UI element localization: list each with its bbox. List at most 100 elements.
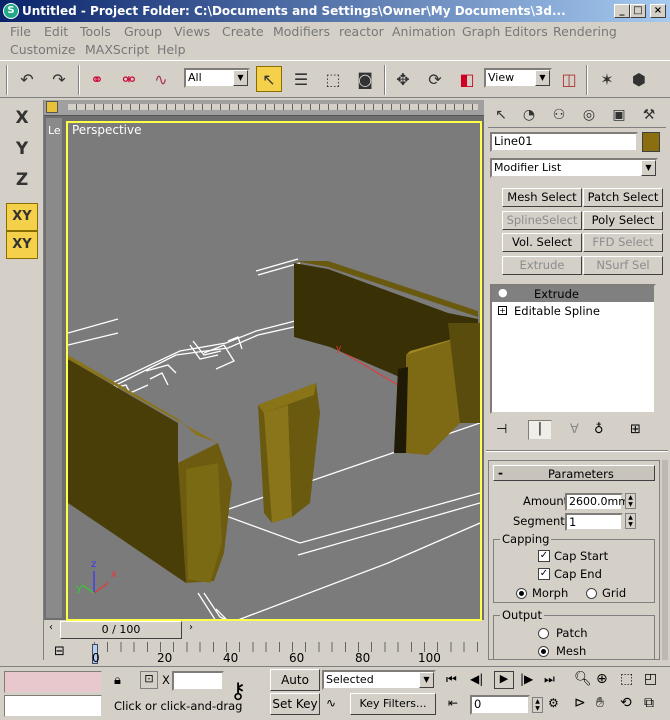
selection-filter-dropdown[interactable]: All ▼ — [184, 68, 250, 88]
amount-input[interactable]: 2600.0mm — [565, 493, 629, 511]
motion-tab-icon[interactable]: ◎ — [576, 102, 602, 128]
command-panel-scrollbar[interactable] — [662, 460, 668, 660]
menu-tools[interactable]: Tools — [80, 24, 111, 39]
cap-end-checkbox[interactable]: ✓ — [538, 568, 550, 580]
x-coord-input[interactable] — [172, 671, 224, 691]
zoom-icon[interactable]: 🔍︎ — [574, 671, 592, 687]
utilities-tab-icon[interactable]: ⚒ — [636, 102, 662, 128]
extrude-button[interactable]: Extrude — [502, 256, 582, 275]
current-frame-input[interactable]: 0 — [470, 695, 530, 715]
default-in-out-tangents-icon[interactable]: ∿ — [326, 696, 336, 710]
scale-icon[interactable]: ◧ — [454, 67, 480, 93]
constrain-z-button[interactable]: Z — [6, 170, 38, 198]
move-icon[interactable]: ✥ — [390, 67, 416, 93]
maxscript-listener-white[interactable] — [4, 695, 102, 717]
create-tab-icon[interactable]: ↖ — [488, 102, 514, 128]
reference-coordinate-dropdown[interactable]: View ▼ — [484, 68, 552, 88]
plus-expand-icon[interactable]: + — [498, 306, 507, 315]
patch-radio[interactable] — [538, 628, 549, 639]
menu-rendering[interactable]: Rendering — [553, 24, 617, 39]
key-icon[interactable]: ⚷ — [230, 679, 246, 704]
minimize-button[interactable]: _ — [614, 4, 630, 18]
chevron-left-icon[interactable]: ‹ — [44, 622, 58, 638]
time-slider-thumb[interactable]: 0 / 100 — [60, 621, 182, 639]
maxscript-listener-pink[interactable] — [4, 671, 102, 693]
key-mode-dropdown[interactable]: Selected ▼ — [322, 670, 436, 690]
stack-item-editable-spline[interactable]: + Editable Spline — [492, 303, 654, 319]
menu-create[interactable]: Create — [222, 24, 264, 39]
make-unique-icon[interactable]: ∀ — [570, 422, 579, 437]
hierarchy-tab-icon[interactable]: ⚇ — [546, 102, 572, 128]
chevron-right-icon[interactable]: › — [184, 622, 198, 638]
time-configuration-icon[interactable]: ⚙ — [548, 696, 559, 710]
lock-selection-icon[interactable]: 🔒︎ — [114, 673, 121, 688]
stack-item-extrude[interactable]: ● Extrude — [492, 286, 654, 302]
pin-stack-icon[interactable]: ⊣ — [496, 422, 507, 437]
select-and-manipulate-icon[interactable]: ✶ — [594, 67, 620, 93]
menu-help[interactable]: Help — [157, 42, 186, 57]
pan-icon[interactable]: ✋︎ — [596, 695, 604, 711]
mesh-radio[interactable] — [538, 646, 549, 657]
set-key-button[interactable]: Set Key — [270, 693, 320, 715]
zoom-extents-icon[interactable]: ⬚ — [620, 671, 633, 687]
grid-radio[interactable] — [586, 588, 597, 599]
menu-views[interactable]: Views — [174, 24, 210, 39]
remove-modifier-icon[interactable]: ♁ — [594, 422, 604, 437]
menu-animation[interactable]: Animation — [392, 24, 456, 39]
show-end-result-icon[interactable]: | — [528, 420, 552, 440]
next-frame-icon[interactable]: |▶ — [520, 672, 533, 686]
select-and-link-icon[interactable]: ⚭ — [84, 67, 110, 93]
mesh-select-button[interactable]: Mesh Select — [502, 188, 582, 207]
constrain-xy-button[interactable]: XY — [6, 203, 38, 231]
menu-edit[interactable]: Edit — [44, 24, 68, 39]
zoom-all-icon[interactable]: ⊕ — [596, 671, 608, 687]
constrain-y-button[interactable]: Y — [6, 139, 38, 167]
constrain-xy-cycle-button[interactable]: XY — [6, 231, 38, 259]
lightbulb-icon[interactable]: ● — [498, 286, 508, 299]
unlink-selection-icon[interactable]: ⚮ — [116, 67, 142, 93]
menu-modifiers[interactable]: Modifiers — [273, 24, 330, 39]
segments-input[interactable]: 1 — [565, 513, 623, 531]
window-crossing-icon[interactable]: ◙ — [352, 67, 378, 93]
maximize-button[interactable]: □ — [630, 4, 646, 18]
frame-spinner[interactable]: ▲ ▼ — [532, 697, 543, 713]
redo-icon[interactable]: ↷ — [46, 67, 72, 93]
key-filters-button[interactable]: Key Filters... — [350, 693, 436, 715]
select-object-icon[interactable]: ↖ — [256, 66, 282, 92]
cap-start-checkbox[interactable]: ✓ — [538, 550, 550, 562]
play-icon[interactable]: ▶ — [494, 671, 514, 689]
go-to-end-icon[interactable]: ⏭ — [544, 672, 555, 687]
amount-spinner[interactable]: ▲ ▼ — [625, 493, 636, 509]
previous-frame-icon[interactable]: ◀| — [470, 672, 483, 686]
maximize-viewport-icon[interactable]: ⧉ — [644, 695, 654, 711]
absolute-mode-icon[interactable]: ⊡ — [140, 671, 158, 689]
nsurf-sel-button[interactable]: NSurf Sel — [583, 256, 663, 275]
menu-file[interactable]: File — [10, 24, 31, 39]
field-of-view-icon[interactable]: ⊳ — [574, 695, 586, 711]
zoom-extents-all-icon[interactable]: ◰ — [644, 671, 657, 687]
menu-graph-editors[interactable]: Graph Editors — [462, 24, 548, 39]
display-tab-icon[interactable]: ▣ — [606, 102, 632, 128]
parameters-header[interactable]: - Parameters — [493, 465, 655, 481]
arc-rotate-icon[interactable]: ⟲ — [620, 695, 632, 711]
spline-select-button[interactable]: SplineSelect — [502, 211, 582, 230]
menu-maxscript[interactable]: MAXScript — [85, 42, 149, 57]
rectangular-selection-icon[interactable]: ⬚ — [320, 67, 346, 93]
menu-customize[interactable]: Customize — [10, 42, 76, 57]
object-name-field[interactable]: Line01 — [490, 132, 638, 152]
auto-key-button[interactable]: Auto Key — [270, 669, 320, 707]
morph-radio[interactable] — [516, 588, 527, 599]
select-by-name-icon[interactable]: ☰ — [288, 67, 314, 93]
scroll-handle-icon[interactable] — [46, 101, 58, 113]
modify-tab-icon[interactable]: ◔ — [516, 102, 542, 128]
go-to-start-icon[interactable]: ⏮ — [446, 672, 457, 687]
configure-modifier-sets-icon[interactable]: ⊞ — [630, 422, 641, 437]
close-button[interactable]: × — [650, 4, 666, 18]
constrain-x-button[interactable]: X — [6, 108, 38, 136]
poly-select-button[interactable]: Poly Select — [583, 211, 663, 230]
vol-select-button[interactable]: Vol. Select — [502, 233, 582, 252]
menu-group[interactable]: Group — [124, 24, 162, 39]
menu-reactor[interactable]: reactor — [339, 24, 384, 39]
object-color-swatch[interactable] — [642, 132, 660, 152]
perspective-viewport[interactable]: Perspective y z x z y — [66, 121, 482, 621]
